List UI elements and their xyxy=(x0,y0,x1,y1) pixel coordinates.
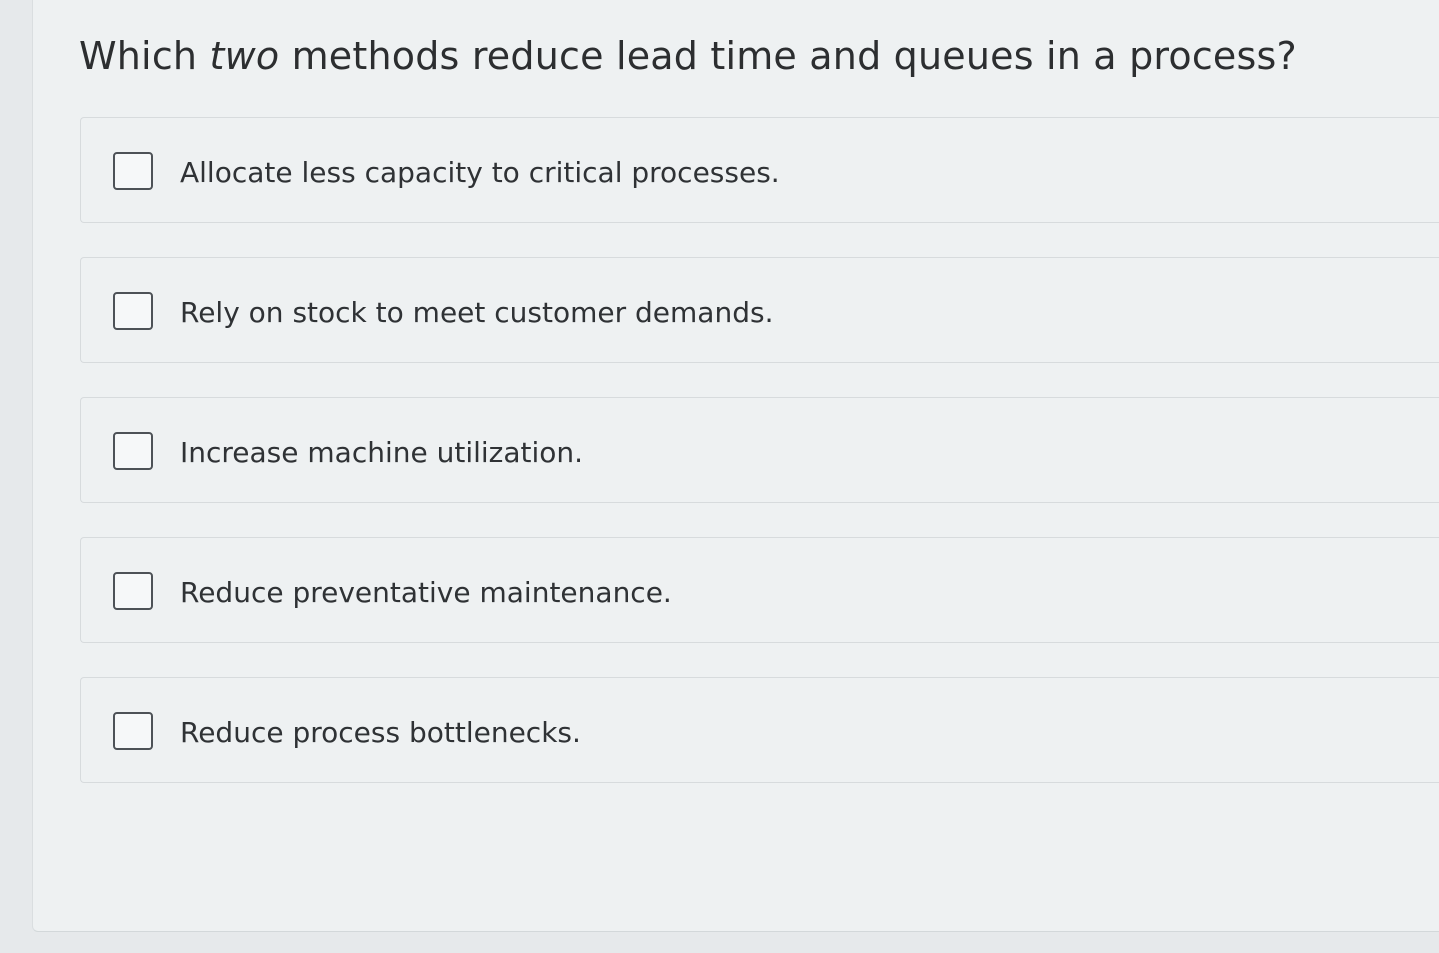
answer-option-2[interactable]: Rely on stock to meet customer demands. xyxy=(80,257,1439,363)
answer-label: Reduce process bottlenecks. xyxy=(180,716,581,749)
checkbox[interactable] xyxy=(113,292,153,330)
question-prefix: Which xyxy=(79,34,210,78)
answer-option-1[interactable]: Allocate less capacity to critical proce… xyxy=(80,117,1439,223)
answer-options: Allocate less capacity to critical proce… xyxy=(80,117,1439,817)
answer-option-4[interactable]: Reduce preventative maintenance. xyxy=(80,537,1439,643)
question-emphasis: two xyxy=(209,34,280,78)
answer-option-5[interactable]: Reduce process bottlenecks. xyxy=(80,677,1439,783)
answer-label: Reduce preventative maintenance. xyxy=(180,576,672,609)
checkbox[interactable] xyxy=(113,432,153,470)
answer-label: Increase machine utilization. xyxy=(180,436,584,469)
question-text: Which two methods reduce lead time and q… xyxy=(79,34,1297,78)
answer-option-3[interactable]: Increase machine utilization. xyxy=(80,397,1439,503)
checkbox[interactable] xyxy=(113,712,153,750)
question-suffix: methods reduce lead time and queues in a… xyxy=(279,34,1297,78)
checkbox[interactable] xyxy=(113,152,153,190)
answer-label: Allocate less capacity to critical proce… xyxy=(180,156,780,189)
checkbox[interactable] xyxy=(113,572,153,610)
answer-label: Rely on stock to meet customer demands. xyxy=(180,296,774,329)
